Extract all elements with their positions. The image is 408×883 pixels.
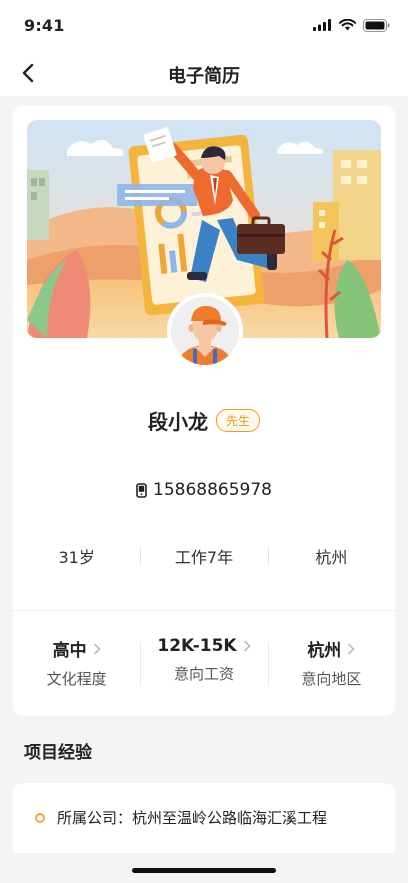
section-title-projects: 项目经验 xyxy=(24,743,92,763)
gender-badge: 先生 xyxy=(215,409,260,432)
bullet-dot-icon xyxy=(35,812,45,823)
stat-salary[interactable]: 12K-15K 意向工资 xyxy=(140,636,267,692)
candidate-name: 段小龙 xyxy=(147,410,208,434)
status-icons xyxy=(313,17,390,33)
project-company: 所属公司：杭州至温岭公路临海汇溪工程 xyxy=(57,809,328,827)
phone-row[interactable]: 15868865978 xyxy=(13,480,395,500)
signal-icon xyxy=(313,19,331,31)
basic-info-row: 31岁 工作7年 杭州 xyxy=(13,544,395,568)
stat-region-value: 杭州 xyxy=(307,641,342,661)
worker-avatar-icon xyxy=(171,297,239,365)
stats-row: 高中 文化程度 12K-15K 意向工资 杭州 意向地区 xyxy=(13,636,395,692)
stat-education-value: 高中 xyxy=(52,641,87,661)
phone-icon xyxy=(136,482,147,498)
wifi-icon xyxy=(339,19,356,31)
stat-region[interactable]: 杭州 意向地区 xyxy=(267,636,395,692)
resume-card: 段小龙 先生 15868865978 31岁 工作7年 杭州 高中 文化程度 1… xyxy=(13,106,395,716)
chevron-right-icon xyxy=(243,640,251,652)
divider xyxy=(13,610,395,611)
chevron-right-icon xyxy=(93,642,101,655)
chevron-right-icon xyxy=(348,642,355,655)
phone-number[interactable]: 15868865978 xyxy=(153,480,272,500)
stat-region-label: 意向地区 xyxy=(301,670,362,688)
work-years: 工作7年 xyxy=(140,544,267,568)
name-row: 段小龙 先生 xyxy=(13,406,395,435)
stat-education[interactable]: 高中 文化程度 xyxy=(13,636,140,692)
status-bar: 9:41 xyxy=(0,0,408,50)
avatar xyxy=(167,293,243,369)
battery-icon xyxy=(363,18,390,32)
home-indicator xyxy=(132,868,276,873)
project-card[interactable]: 所属公司：杭州至温岭公路临海汇溪工程 xyxy=(13,783,395,853)
list-item: 所属公司：杭州至温岭公路临海汇溪工程 xyxy=(35,807,327,828)
status-time: 9:41 xyxy=(24,16,65,35)
top-bar: 9:41 电子简历 xyxy=(0,0,408,96)
stat-salary-value: 12K-15K xyxy=(157,636,237,656)
stat-salary-label: 意向工资 xyxy=(173,665,234,683)
city: 杭州 xyxy=(267,544,395,568)
page-title: 电子简历 xyxy=(168,66,240,87)
nav-bar: 电子简历 xyxy=(0,50,408,96)
age: 31岁 xyxy=(58,548,95,567)
stat-education-label: 文化程度 xyxy=(46,670,107,688)
